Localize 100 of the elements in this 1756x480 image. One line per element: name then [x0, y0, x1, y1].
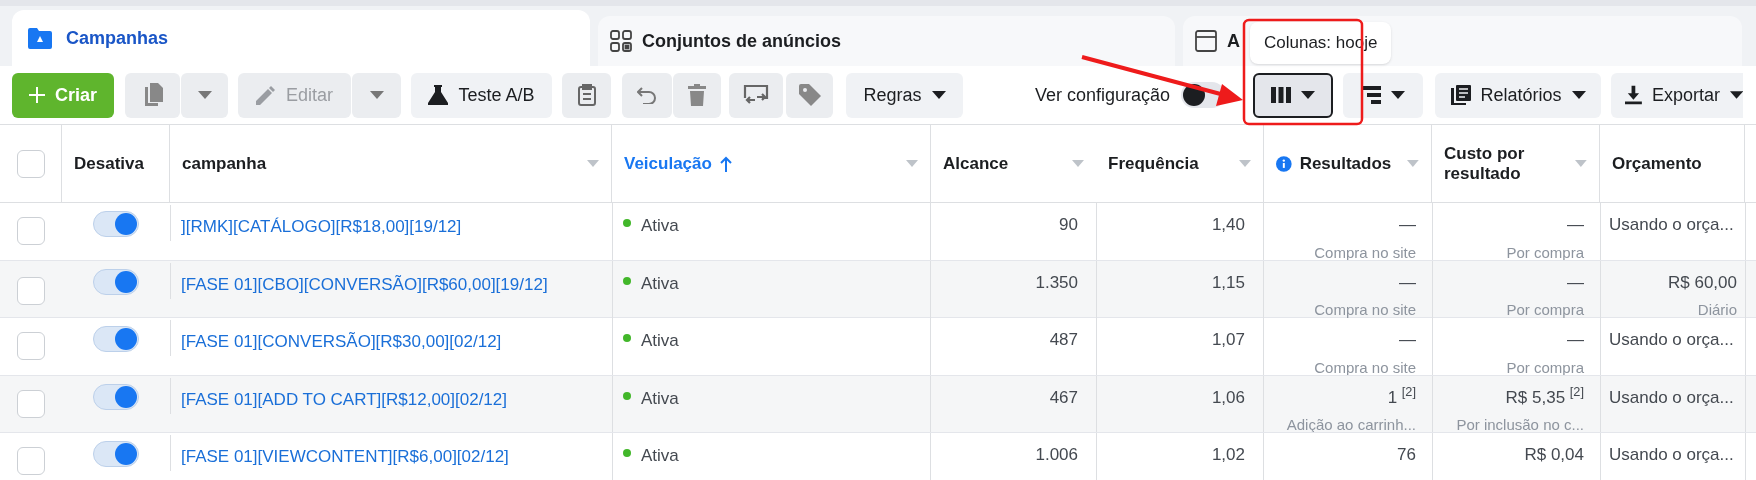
- table-cell-text: Usando o orça...: [1609, 386, 1734, 409]
- plus-icon: [29, 87, 45, 103]
- columns-button[interactable]: [1253, 72, 1334, 118]
- status-text: Ativa: [641, 387, 679, 410]
- tag-icon: [798, 84, 821, 106]
- dropdown-button[interactable]: [352, 72, 401, 118]
- status-text: Ativa: [641, 272, 679, 295]
- column-header[interactable]: Alcance: [943, 153, 1009, 174]
- column-header[interactable]: campanha: [182, 153, 267, 174]
- table-cell-text: —: [1567, 271, 1584, 294]
- clipboard-button[interactable]: [562, 72, 611, 118]
- sort-caret-icon: [587, 160, 599, 167]
- checkbox[interactable]: [17, 277, 45, 305]
- checkbox[interactable]: [17, 389, 45, 418]
- table-cell-text: 1,02: [1211, 444, 1245, 466]
- table-cell-text: —: [1567, 214, 1584, 236]
- breakdown-icon: [1361, 86, 1382, 104]
- column-header[interactable]: Desativa: [74, 153, 156, 174]
- table-cell-text: Usando o orça...: [1609, 329, 1734, 351]
- dropdown-button[interactable]: [181, 72, 228, 118]
- campaign-link[interactable]: ][RMK][CATÁLOGO][R$18,00][19/12]: [181, 217, 462, 236]
- table-cell-text: R$ 0,04: [1524, 444, 1584, 466]
- caret-icon: [1391, 91, 1406, 99]
- ab-test-button[interactable]: Teste A/B: [411, 72, 552, 118]
- tab[interactable]: Campanhas: [12, 10, 590, 66]
- status-text: Ativa: [641, 215, 679, 237]
- table-cell-text: 1.350: [1035, 271, 1078, 294]
- toggle-switch[interactable]: [93, 383, 139, 410]
- clipboard-icon: [577, 84, 596, 106]
- trash-icon: [688, 84, 706, 106]
- download-icon: [1625, 85, 1642, 105]
- grid-icon: [610, 30, 632, 52]
- table-cell-text: R$ 5,35 $^{[2]}$: [1505, 384, 1584, 409]
- tab[interactable]: Conjuntos de anúncios: [598, 16, 1175, 66]
- table-cell-text: Usando o orça...: [1609, 214, 1734, 236]
- caret-icon: [1301, 91, 1316, 99]
- column-header[interactable]: Custo por resultado: [1444, 143, 1560, 184]
- checkbox[interactable]: [17, 217, 45, 246]
- caret-icon: [931, 91, 946, 99]
- undo-button[interactable]: [622, 72, 672, 118]
- sort-caret-icon: [1575, 160, 1587, 167]
- table-cell-text: 1.006: [1035, 444, 1078, 466]
- table-cell-text: 1,07: [1211, 329, 1245, 351]
- table-cell-text: 487: [1049, 329, 1078, 351]
- export-button[interactable]: Exportar: [1611, 72, 1744, 118]
- checkbox[interactable]: [16, 149, 45, 178]
- tag-button[interactable]: [786, 72, 833, 118]
- column-header[interactable]: Resultados: [1299, 153, 1392, 174]
- caret-icon: [1730, 91, 1744, 99]
- toggle-switch[interactable]: [93, 268, 139, 295]
- delete-button[interactable]: [673, 72, 721, 118]
- table-cell-text: R$ 60,00: [1668, 271, 1737, 294]
- view-config-label: Ver configuração: [1035, 83, 1171, 107]
- caret-icon: [197, 91, 212, 99]
- rules-button[interactable]: Regras: [846, 72, 963, 118]
- window-icon: [1195, 30, 1217, 52]
- reports-button[interactable]: Relatórios: [1435, 72, 1602, 118]
- reports-icon: [1450, 85, 1471, 105]
- table-cell-text: 76: [1397, 444, 1416, 466]
- toggle-switch[interactable]: [93, 326, 139, 352]
- campaign-link[interactable]: [FASE 01][VIEWCONTENT][R$6,00][02/12]: [181, 447, 509, 466]
- undo-icon: [637, 86, 657, 104]
- replace-button[interactable]: [729, 72, 783, 118]
- breakdown-button[interactable]: [1343, 72, 1424, 118]
- checkbox[interactable]: [17, 447, 45, 476]
- duplicate-button[interactable]: [125, 72, 180, 118]
- toggle-switch[interactable]: [93, 211, 139, 237]
- sort-caret-icon: [1407, 160, 1419, 167]
- column-header[interactable]: Frequência: [1108, 153, 1199, 174]
- campaign-link[interactable]: [FASE 01][CBO][CONVERSÃO][R$60,00][19/12]: [181, 274, 548, 294]
- sort-caret-icon: [906, 160, 918, 167]
- table-cell-text: —: [1399, 214, 1416, 236]
- table-cell-text: 1 $^{[2]}$: [1387, 384, 1416, 409]
- swap-icon: [743, 84, 769, 106]
- campaign-link[interactable]: [FASE 01][CONVERSÃO][R$30,00][02/12]: [181, 332, 502, 351]
- toggle-switch[interactable]: [93, 441, 139, 467]
- folder-icon: [28, 27, 52, 49]
- column-header[interactable]: Veiculação: [624, 153, 712, 174]
- status-text: Ativa: [641, 330, 679, 352]
- campaign-link[interactable]: [FASE 01][ADD TO CART][R$12,00][02/12]: [181, 389, 507, 409]
- sort-caret-icon: [1239, 160, 1251, 167]
- sort-up-icon: [719, 155, 732, 172]
- status-text: Ativa: [641, 445, 679, 467]
- cell-subtitle: Por inclusão no c...: [1456, 415, 1584, 432]
- column-header[interactable]: Orçamento: [1612, 153, 1702, 174]
- table-cell-text: 1,15: [1211, 271, 1245, 294]
- table-cell-text: Usando o orça...: [1609, 444, 1734, 466]
- table-cell-text: 467: [1049, 386, 1078, 409]
- info-icon: [1276, 155, 1292, 172]
- caret-icon: [369, 91, 384, 99]
- cell-subtitle: Por compra: [1506, 300, 1584, 320]
- table-cell-text: 1,40: [1211, 214, 1245, 236]
- table-cell-text: 1,06: [1211, 386, 1245, 409]
- flask-icon: [428, 85, 449, 105]
- checkbox[interactable]: [17, 332, 45, 361]
- table-cell-text: —: [1399, 329, 1416, 351]
- table-cell-text: —: [1399, 271, 1416, 294]
- pencil-icon: [256, 85, 276, 105]
- columns-icon: [1271, 87, 1292, 103]
- table-cell-text: —: [1567, 329, 1584, 351]
